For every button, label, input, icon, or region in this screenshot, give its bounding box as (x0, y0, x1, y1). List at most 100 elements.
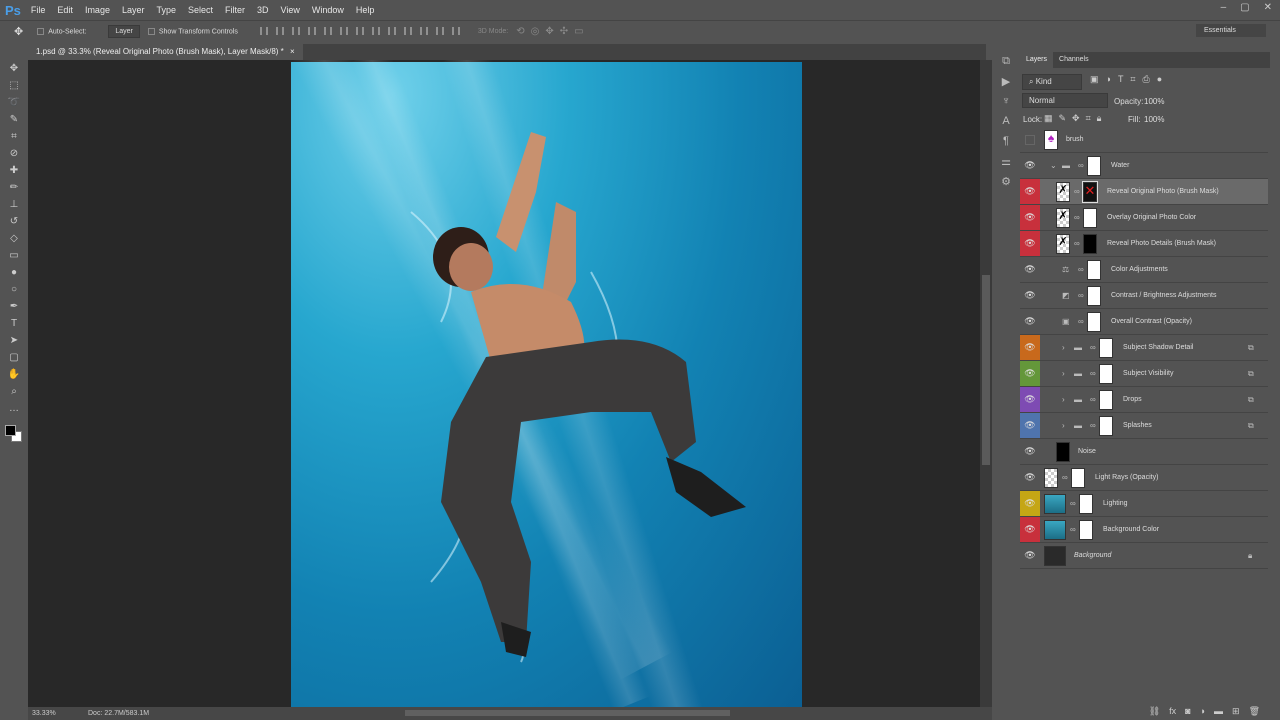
document-tab[interactable]: 1.psd @ 33.3% (Reveal Original Photo (Br… (28, 44, 303, 60)
layer-name[interactable]: Light Rays (Opacity) (1095, 474, 1158, 481)
pen-tool-icon[interactable]: ✒ (0, 298, 28, 315)
layer-row[interactable]: 👁︎ ⚖ ∞ Color Adjustments (1020, 257, 1268, 283)
mask-link-icon[interactable]: ∞ (1090, 421, 1096, 430)
layer-mask-thumbnail[interactable] (1099, 364, 1113, 384)
layer-name[interactable]: Background (1074, 552, 1111, 559)
link-layers-icon[interactable]: ⛓ (1149, 706, 1160, 720)
layer-mask-thumbnail[interactable] (1087, 286, 1101, 306)
layer-name[interactable]: brush (1066, 136, 1084, 143)
adjustment-layer-icon[interactable]: ◑ (1200, 706, 1205, 720)
layer-row[interactable]: 👁︎ ∞ Light Rays (Opacity) (1020, 465, 1268, 491)
show-transform-checkbox[interactable]: Show Transform Controls (147, 27, 238, 35)
tab-channels[interactable]: Channels (1053, 52, 1095, 68)
align-buttons[interactable] (256, 26, 464, 37)
visibility-eye-icon[interactable]: 👁︎ (1020, 231, 1040, 256)
new-group-icon[interactable]: ▬ (1214, 706, 1223, 720)
fill-field[interactable]: 100% (1144, 115, 1164, 124)
layer-name[interactable]: Color Adjustments (1111, 266, 1168, 273)
type-tool-icon[interactable]: T (0, 315, 28, 332)
visibility-eye-icon[interactable] (1020, 127, 1040, 152)
filter-kind-dropdown[interactable]: ⌕ Kind (1022, 74, 1082, 90)
history-brush-tool-icon[interactable]: ↺ (0, 213, 28, 230)
expand-group-chevron[interactable]: › (1062, 395, 1065, 404)
brush-tool-icon[interactable]: ✏ (0, 179, 28, 196)
visibility-eye-icon[interactable]: 👁︎ (1020, 309, 1040, 334)
layer-row[interactable]: 👁︎ ✗ ∞ Overlay Original Photo Color (1020, 205, 1268, 231)
blur-tool-icon[interactable]: ● (0, 264, 28, 281)
menu-edit[interactable]: Edit (57, 5, 73, 15)
path-select-tool-icon[interactable]: ➤ (0, 332, 28, 349)
layer-name[interactable]: Noise (1078, 448, 1096, 455)
menu-layer[interactable]: Layer (122, 5, 145, 15)
mask-link-icon[interactable]: ∞ (1078, 317, 1084, 326)
layer-row[interactable]: 👁︎ › ▬ ∞ Splashes ⧉ (1020, 413, 1268, 439)
hand-tool-icon[interactable]: ✋ (0, 366, 28, 383)
tab-layers[interactable]: Layers (1020, 52, 1054, 68)
visibility-eye-icon[interactable]: 👁︎ (1020, 361, 1040, 386)
3d-mode-icons[interactable]: ⟲◎✥✣▭ (516, 26, 589, 37)
layer-mask-thumbnail[interactable] (1079, 494, 1093, 514)
layer-row[interactable]: 👁︎ › ▬ ∞ Drops ⧉ (1020, 387, 1268, 413)
horizontal-scroll-thumb[interactable] (405, 710, 730, 716)
layer-name[interactable]: Contrast / Brightness Adjustments (1111, 292, 1216, 299)
menu-view[interactable]: View (281, 5, 300, 15)
visibility-eye-icon[interactable]: 👁︎ (1020, 283, 1040, 308)
character-icon[interactable]: A (995, 115, 1017, 135)
layer-name[interactable]: Overlay Original Photo Color (1107, 214, 1196, 221)
properties-icon[interactable]: ⚙ (995, 175, 1017, 195)
layer-mask-thumbnail[interactable] (1099, 390, 1113, 410)
visibility-eye-icon[interactable]: 👁︎ (1020, 543, 1040, 568)
filter-type-icons[interactable]: ▣◑T⌗⎙● (1090, 74, 1169, 85)
stamp-tool-icon[interactable]: ⊥ (0, 196, 28, 213)
lasso-tool-icon[interactable]: ➰ (0, 94, 28, 111)
expand-group-chevron[interactable]: ⌄ (1050, 161, 1057, 170)
layer-mask-thumbnail[interactable]: ✕ (1082, 181, 1098, 203)
shape-tool-icon[interactable]: ▢ (0, 349, 28, 366)
eraser-tool-icon[interactable]: ◇ (0, 230, 28, 247)
quick-select-tool-icon[interactable]: ✎ (0, 111, 28, 128)
layer-mask-thumbnail[interactable] (1083, 234, 1097, 254)
mask-link-icon[interactable]: ∞ (1078, 291, 1084, 300)
add-mask-icon[interactable]: ◙ (1185, 706, 1190, 720)
more-tool-icon[interactable]: … (0, 400, 28, 417)
layer-row[interactable]: ♠ brush (1020, 127, 1268, 153)
menu-select[interactable]: Select (188, 5, 213, 15)
layer-name[interactable]: Splashes (1123, 422, 1152, 429)
minimize-button[interactable]: – (1221, 2, 1227, 13)
mask-link-icon[interactable]: ∞ (1090, 343, 1096, 352)
close-button[interactable]: ✕ (1264, 2, 1272, 13)
layer-name[interactable]: Drops (1123, 396, 1142, 403)
visibility-eye-icon[interactable]: 👁︎ (1020, 387, 1040, 412)
mask-link-icon[interactable]: ∞ (1074, 213, 1080, 222)
visibility-eye-icon[interactable]: 👁︎ (1020, 153, 1040, 178)
layer-mask-thumbnail[interactable] (1099, 416, 1113, 436)
layer-row[interactable]: 👁︎ Background 🔒︎ (1020, 543, 1268, 569)
zoom-level[interactable]: 33.33% (32, 710, 56, 717)
menu-filter[interactable]: Filter (225, 5, 245, 15)
mask-link-icon[interactable]: ∞ (1070, 499, 1076, 508)
workspace-dropdown[interactable]: Essentials (1196, 24, 1266, 37)
expand-group-chevron[interactable]: › (1062, 421, 1065, 430)
visibility-eye-icon[interactable]: 👁︎ (1020, 413, 1040, 438)
move-tool-icon[interactable]: ✥ (0, 60, 28, 77)
layer-row[interactable]: 👁︎ ∞ Background Color (1020, 517, 1268, 543)
visibility-eye-icon[interactable]: 👁︎ (1020, 491, 1040, 516)
adjustments-icon[interactable]: ⚌ (995, 155, 1017, 175)
visibility-eye-icon[interactable]: 👁︎ (1020, 179, 1040, 204)
layer-mask-thumbnail[interactable] (1099, 338, 1113, 358)
menu-window[interactable]: Window (312, 5, 344, 15)
mask-link-icon[interactable]: ∞ (1062, 473, 1068, 482)
lock-icons[interactable]: ▦✎✥⌗🔒︎ (1044, 113, 1107, 124)
new-layer-icon[interactable]: ⊞ (1232, 706, 1240, 720)
layer-name[interactable]: Reveal Original Photo (Brush Mask) (1107, 188, 1219, 195)
layer-row[interactable]: 👁︎ › ▬ ∞ Subject Shadow Detail ⧉ (1020, 335, 1268, 361)
auto-select-checkbox[interactable]: Auto-Select: (37, 27, 86, 35)
maximize-button[interactable]: ▢ (1240, 2, 1249, 13)
mask-link-icon[interactable]: ∞ (1070, 525, 1076, 534)
color-swatches[interactable] (5, 425, 23, 443)
actions-play-icon[interactable]: ▶ (995, 75, 1017, 95)
layer-mask-thumbnail[interactable] (1083, 208, 1097, 228)
zoom-tool-icon[interactable]: ⌕ (0, 383, 28, 400)
expand-group-chevron[interactable]: › (1062, 343, 1065, 352)
paragraph-icon[interactable]: ¶ (995, 135, 1017, 155)
